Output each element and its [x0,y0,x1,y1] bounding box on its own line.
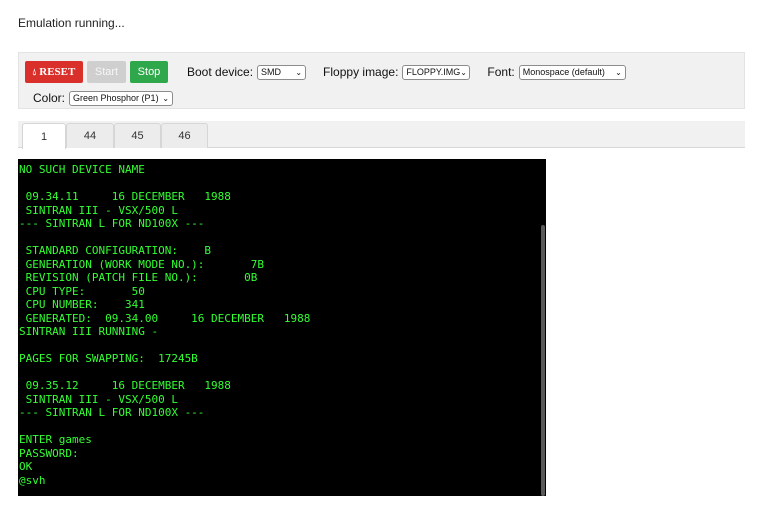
terminal-line: CPU NUMBER: 341 [25,298,145,311]
terminal-line: PASSWORD: [19,446,79,460]
terminal-line: STANDARD CONFIGURATION: B [25,244,212,257]
terminal-line: 09.35.12 16 DECEMBER 1988 [25,379,231,392]
color-select[interactable]: Green Phosphor (P1) ⌄ [69,90,174,106]
terminal-line: NO SUCH DEVICE NAME [19,163,145,176]
terminal-line: 09.34.11 16 DECEMBER 1988 [25,190,231,203]
reset-label: RESET [39,66,76,78]
terminal-tabs: 1 44 45 46 [18,121,745,149]
terminal-line: SINTRAN III RUNNING - [19,325,159,338]
color-label: Color: [33,91,66,105]
terminal-output: NO SUCH DEVICE NAME 09.34.11 16 DECEMBER… [19,163,310,487]
control-panel: 💧︎ RESET Start Stop Boot device: SMD ⌄ F… [18,52,745,109]
terminal-line: GENERATION (WORK MODE NO.): 7B [25,257,265,271]
boot-device-value: SMD [261,67,282,77]
chevron-down-icon: ⌄ [615,67,622,77]
boot-device-select[interactable]: SMD ⌄ [257,64,307,80]
terminal-line: SINTRAN III - VSX/500 L [25,203,178,217]
chevron-down-icon: ⌄ [162,93,170,103]
stop-button[interactable]: Stop [130,61,168,83]
chevron-down-icon: ⌄ [295,67,303,77]
tab-45[interactable]: 45 [114,123,161,148]
reset-button[interactable]: 💧︎ RESET [25,61,83,83]
boot-device-label: Boot device: [187,65,254,79]
terminal-line: SINTRAN III - VSX/500 L [25,392,178,406]
terminal-line: REVISION (PATCH FILE NO.): 0B [25,271,258,284]
font-value: Monospace (default) [522,67,605,77]
color-value: Green Phosphor (P1) [73,93,159,103]
terminal-line: --- SINTRAN L FOR ND100X --- [19,406,205,419]
terminal-line: PAGES FOR SWAPPING: 17245B [19,352,198,365]
tab-44[interactable]: 44 [66,123,114,148]
terminal-line: CPU TYPE: 50 [25,284,145,298]
terminal-line: ENTER games [19,433,92,446]
terminal-line: --- SINTRAN L FOR ND100X --- [19,217,205,230]
scrollbar-thumb[interactable] [541,225,545,496]
floppy-image-value: FLOPPY.IMG [406,67,461,77]
terminal-screen[interactable]: NO SUCH DEVICE NAME 09.34.11 16 DECEMBER… [18,159,546,496]
floppy-image-select[interactable]: FLOPPY.IMG ⌄ [402,64,471,80]
terminal-line: @svh [19,473,46,487]
tab-1[interactable]: 1 [22,123,66,149]
font-label: Font: [487,65,515,79]
terminal-scrollbar[interactable] [540,159,546,496]
terminal-line: OK [19,460,33,473]
emulation-status: Emulation running... [18,16,125,30]
terminal-line: GENERATED: 09.34.00 16 DECEMBER 1988 [25,311,311,325]
start-button[interactable]: Start [87,61,126,83]
floppy-image-label: Floppy image: [323,65,399,79]
tab-46[interactable]: 46 [161,123,208,148]
drop-icon: 💧︎ [32,66,37,77]
chevron-down-icon: ⌄ [460,67,467,77]
font-select[interactable]: Monospace (default) ⌄ [518,64,626,80]
